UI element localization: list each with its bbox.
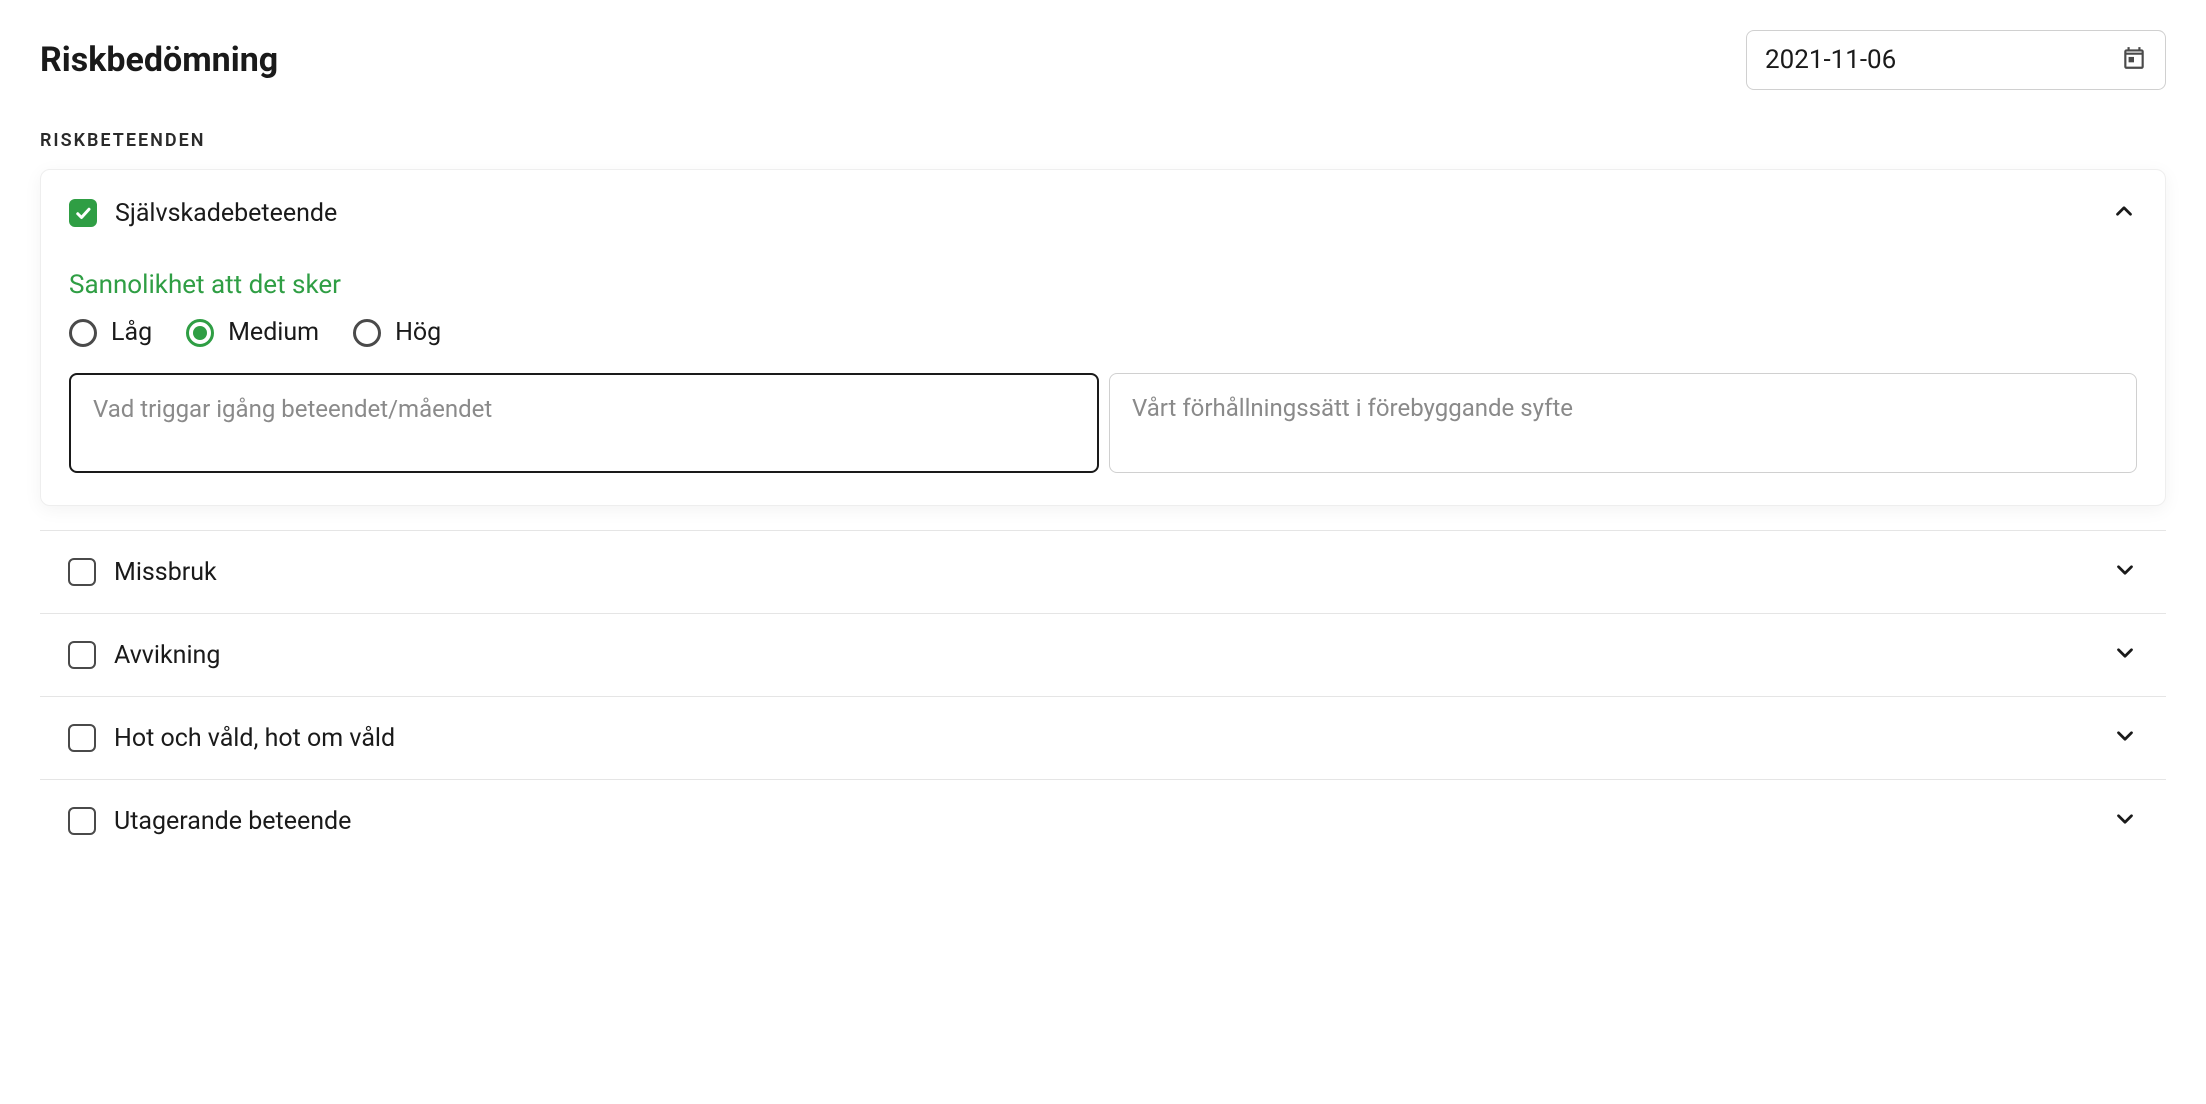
approach-textarea[interactable]: Vårt förhållningssätt i förebyggande syf… [1109,373,2137,473]
page-title: Riskbedömning [40,40,278,80]
row-label: Utagerande beteende [114,807,351,836]
date-value: 2021-11-06 [1765,45,1896,75]
radio-option-low[interactable]: Låg [69,318,152,347]
radio-label-low: Låg [111,318,152,347]
risk-row-missbruk[interactable]: Missbruk [40,530,2166,613]
calendar-icon [2121,45,2147,75]
card-header[interactable]: Självskadebeteende [69,198,2137,228]
trigger-textarea[interactable]: Vad triggar igång beteendet/måendet [69,373,1099,473]
radio-label-high: Hög [395,318,441,347]
section-label: RISKBETEENDEN [40,130,2166,151]
chevron-down-icon[interactable] [2112,723,2138,753]
risk-card-self-harm: Självskadebeteende Sannolikhet att det s… [40,169,2166,506]
radio-option-medium[interactable]: Medium [186,318,319,347]
row-label: Hot och våld, hot om våld [114,724,395,753]
probability-label: Sannolikhet att det sker [69,270,2137,300]
radio-low[interactable] [69,319,97,347]
radio-medium[interactable] [186,319,214,347]
chevron-up-icon[interactable] [2111,198,2137,228]
chevron-down-icon[interactable] [2112,806,2138,836]
chevron-down-icon[interactable] [2112,640,2138,670]
risk-row-utagerande[interactable]: Utagerande beteende [40,779,2166,862]
checkbox-utagerande[interactable] [68,807,96,835]
radio-label-medium: Medium [228,318,319,347]
checkbox-avvikning[interactable] [68,641,96,669]
probability-radio-group: Låg Medium Hög [69,318,2137,347]
row-label: Avvikning [114,641,220,670]
checkbox-hot-vald[interactable] [68,724,96,752]
row-label: Missbruk [114,558,217,587]
risk-row-avvikning[interactable]: Avvikning [40,613,2166,696]
radio-high[interactable] [353,319,381,347]
checkbox-missbruk[interactable] [68,558,96,586]
risk-row-hot-vald[interactable]: Hot och våld, hot om våld [40,696,2166,779]
radio-option-high[interactable]: Hög [353,318,441,347]
date-field[interactable]: 2021-11-06 [1746,30,2166,90]
checkbox-self-harm[interactable] [69,199,97,227]
item-label: Självskadebeteende [115,199,337,228]
chevron-down-icon[interactable] [2112,557,2138,587]
